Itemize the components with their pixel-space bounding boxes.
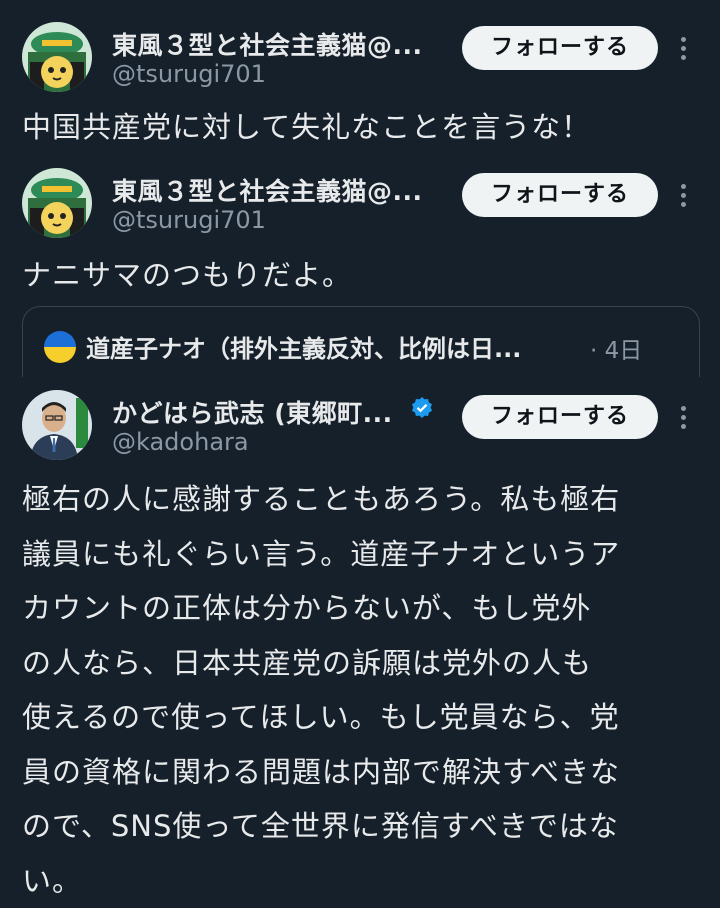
avatar[interactable] — [22, 22, 92, 92]
author-name[interactable]: 東風３型と社会主義猫@... — [112, 172, 423, 208]
tweet-line: 員の資格に関わる問題は内部で解決すべきな — [22, 745, 620, 800]
author-name[interactable]: 東風３型と社会主義猫@... — [112, 26, 423, 62]
follow-button[interactable]: フォローする — [462, 26, 658, 70]
tweet-body: 極右の人に感謝することもあろう。私も極右 議員にも礼ぐらい言う。道産子ナオという… — [22, 472, 620, 908]
author-handle[interactable]: @tsurugi701 — [112, 206, 266, 234]
verified-badge-icon — [410, 396, 434, 420]
cat-avatar-icon — [22, 22, 92, 92]
author-handle[interactable]: @kadohara — [112, 428, 249, 456]
follow-button[interactable]: フォローする — [462, 173, 658, 217]
tweet-line: 極右の人に感謝することもあろう。私も極右 — [22, 472, 620, 527]
more-options-icon[interactable] — [681, 184, 687, 207]
more-options-icon[interactable] — [681, 406, 687, 429]
tweet-text: 中国共産党に対して失礼なことを言うな！ — [22, 100, 591, 154]
tweet-line: い。 — [22, 854, 620, 908]
more-options-icon[interactable] — [681, 37, 687, 60]
tweet-line: 議員にも礼ぐらい言う。道産子ナオというア — [22, 527, 620, 582]
tweet-line: 使えるので使ってほしい。もし党員なら、党 — [22, 690, 620, 745]
avatar[interactable] — [22, 168, 92, 238]
avatar[interactable] — [22, 390, 92, 460]
tweet-line: カウントの正体は分からないが、もし党外 — [22, 581, 620, 636]
author-name[interactable]: かどはら武志 (東郷町... — [112, 394, 393, 430]
person-avatar-icon — [22, 390, 92, 460]
author-handle[interactable]: @tsurugi701 — [112, 60, 266, 88]
ukraine-flag-icon — [44, 331, 76, 363]
quoted-author-name[interactable]: 道産子ナオ（排外主義反対、比例は日... — [86, 329, 521, 364]
tweet-text: ナニサマのつもりだよ。 — [22, 248, 352, 302]
follow-button[interactable]: フォローする — [462, 395, 658, 439]
tweet-line: ので、SNS使って全世界に発信すべきではな — [22, 799, 620, 854]
quoted-timestamp[interactable]: · 4日 — [590, 331, 642, 365]
cat-avatar-icon — [22, 168, 92, 238]
tweet-line: の人なら、日本共産党の訴願は党外の人も — [22, 636, 620, 691]
